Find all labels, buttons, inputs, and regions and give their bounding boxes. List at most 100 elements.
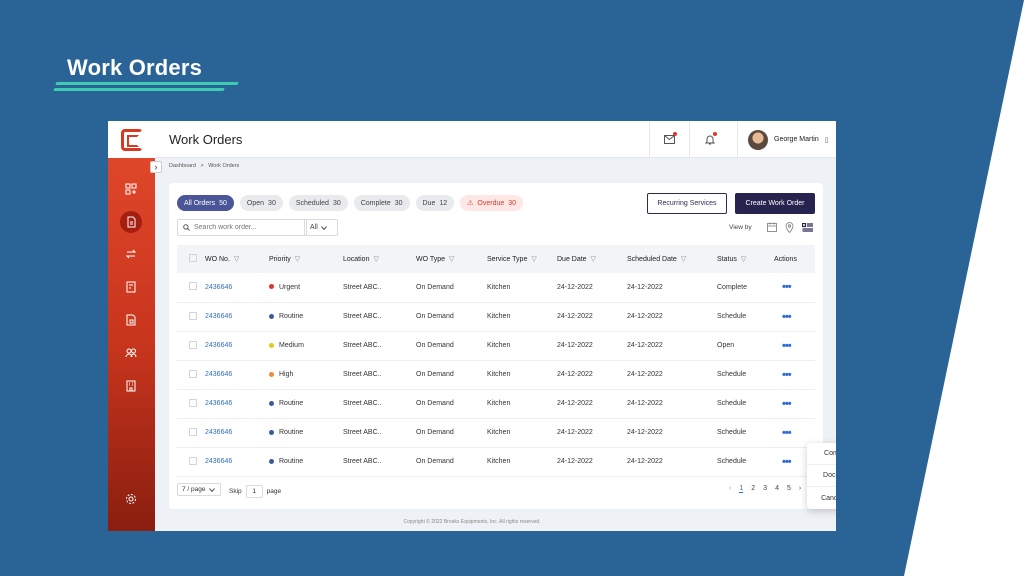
row-checkbox[interactable] — [189, 398, 197, 407]
chip-due[interactable]: Due 12 — [415, 195, 455, 211]
settings-icon[interactable] — [120, 488, 142, 510]
avatar — [748, 129, 768, 150]
mail-icon[interactable] — [649, 121, 689, 158]
status-cell: Schedule — [717, 458, 747, 465]
filter-icon[interactable]: ▽ — [591, 256, 596, 263]
table-row[interactable]: 2436646 Routine Street ABC.. On Demand Kitch… — [177, 447, 815, 477]
more-actions-icon[interactable]: ••• — [782, 369, 792, 381]
chip-complete[interactable]: Complete 30 — [353, 195, 410, 211]
sidebar-toggle-icon[interactable]: › — [150, 161, 162, 173]
more-actions-icon[interactable]: ••• — [782, 427, 792, 439]
menu-item-complete[interactable]: Complete — [807, 443, 836, 465]
breadcrumb-home[interactable]: Dashboard — [169, 163, 196, 169]
row-checkbox[interactable] — [189, 427, 197, 436]
due-date-cell: 24-12-2022 — [557, 313, 593, 320]
wo-type-cell: On Demand — [416, 313, 454, 320]
skip-page-input[interactable]: 1 — [245, 485, 263, 498]
column-header: Due Date — [557, 256, 587, 263]
building-icon[interactable] — [120, 375, 142, 397]
map-pin-icon[interactable] — [783, 221, 795, 233]
filter-icon[interactable]: ▽ — [449, 256, 454, 263]
page-size-select[interactable]: 7 / page — [177, 483, 221, 496]
filter-icon[interactable]: ▽ — [295, 256, 300, 263]
bell-icon[interactable] — [689, 121, 729, 158]
wo-number-link[interactable]: 2436646 — [205, 284, 232, 291]
table-row[interactable]: 2436646 Routine Street ABC.. On Demand Kitch… — [177, 302, 815, 332]
menu-item-document[interactable]: Document — [807, 465, 836, 487]
create-work-order-button[interactable]: Create Work Order — [735, 193, 815, 214]
dashboard-icon[interactable] — [120, 178, 142, 200]
user-name: George Martin — [774, 136, 819, 143]
table-row[interactable]: 2436646 Urgent Street ABC.. On Demand Kitche… — [177, 273, 815, 303]
page-button[interactable]: 5 — [787, 485, 791, 493]
list-view-icon[interactable] — [801, 221, 813, 233]
chip-overdue[interactable]: ⚠ Overdue 30 — [460, 195, 524, 211]
location-cell: Street ABC.. — [343, 400, 382, 407]
menu-item-cancel-wo[interactable]: Cancel WO — [807, 487, 836, 509]
chip-label: Open — [246, 199, 265, 207]
location-cell: Street ABC.. — [343, 283, 382, 291]
transfer-icon[interactable] — [120, 243, 142, 265]
filter-icon[interactable]: ▽ — [531, 256, 536, 263]
status-cell: Complete — [717, 283, 747, 291]
table-row[interactable]: 2436646 High Street ABC.. On Demand Kitchen 2… — [177, 360, 815, 390]
reports-icon[interactable] — [120, 309, 142, 331]
more-actions-icon[interactable]: ••• — [782, 311, 792, 323]
users-icon[interactable] — [120, 342, 142, 364]
brand-logo[interactable] — [108, 121, 155, 158]
chip-scheduled[interactable]: Scheduled 30 — [288, 195, 348, 211]
select-all-checkbox[interactable] — [189, 254, 197, 262]
wo-number-link[interactable]: 2436646 — [205, 429, 232, 436]
background-wedge — [904, 0, 1024, 576]
sidebar — [108, 121, 155, 531]
priority-dot — [269, 458, 274, 464]
filter-icon[interactable]: ▽ — [681, 256, 686, 263]
row-checkbox[interactable] — [189, 340, 197, 349]
more-actions-icon[interactable]: ••• — [782, 456, 792, 468]
column-header: Status — [717, 256, 737, 263]
column-header: WO No. — [205, 256, 230, 263]
page-button[interactable]: 2 — [751, 485, 755, 493]
wo-number-link[interactable]: 2436646 — [205, 342, 232, 349]
more-actions-icon[interactable]: ••• — [782, 340, 792, 352]
table-row[interactable]: 2436646 Routine Street ABC.. On Demand Kitch… — [177, 418, 815, 448]
row-checkbox[interactable] — [189, 311, 197, 320]
due-date-cell: 24-12-2022 — [557, 400, 593, 407]
status-cell: Schedule — [717, 371, 747, 378]
user-menu[interactable]: George Martin ▯ — [737, 121, 836, 158]
page-button[interactable]: 1 — [739, 485, 744, 493]
invoice-icon[interactable] — [120, 276, 142, 298]
page-button[interactable]: 4 — [775, 485, 779, 493]
work-orders-icon[interactable] — [120, 211, 142, 233]
chip-open[interactable]: Open 30 — [239, 195, 283, 211]
calendar-icon[interactable] — [766, 221, 778, 233]
table-row[interactable]: 2436646 Routine Street ABC.. On Demand Kitch… — [177, 389, 815, 419]
filter-icon[interactable]: ▽ — [741, 256, 746, 263]
wo-number-link[interactable]: 2436646 — [205, 458, 232, 465]
row-checkbox[interactable] — [189, 456, 197, 465]
row-checkbox[interactable] — [189, 369, 197, 378]
filter-icon[interactable]: ▽ — [234, 256, 239, 263]
chip-label: Overdue — [477, 199, 505, 207]
filter-icon[interactable]: ▽ — [373, 256, 378, 263]
next-page-button[interactable]: › — [799, 485, 801, 493]
wo-number-link[interactable]: 2436646 — [205, 400, 232, 407]
page-button[interactable]: 3 — [763, 485, 767, 493]
wo-number-link[interactable]: 2436646 — [205, 313, 232, 320]
status-filter-chips: All Orders 50 Open 30 Scheduled 30 Complete… — [177, 195, 524, 211]
search-filter-select[interactable]: All — [304, 219, 338, 236]
wo-type-cell: On Demand — [416, 429, 454, 436]
prev-page-button[interactable]: ‹ — [729, 485, 731, 493]
search-input[interactable] — [194, 224, 294, 231]
table-row[interactable]: 2436646 Medium Street ABC.. On Demand Kitche… — [177, 331, 815, 361]
recurring-services-button[interactable]: Recurring Services — [647, 193, 727, 214]
search-box — [177, 219, 307, 236]
wo-type-cell: On Demand — [416, 458, 454, 465]
more-actions-icon[interactable]: ••• — [782, 281, 792, 293]
chip-all-orders[interactable]: All Orders 50 — [177, 195, 234, 211]
status-cell: Open — [717, 342, 735, 349]
scheduled-date-cell: 24-12-2022 — [627, 313, 663, 320]
row-checkbox[interactable] — [189, 282, 197, 291]
more-actions-icon[interactable]: ••• — [782, 398, 792, 410]
wo-number-link[interactable]: 2436646 — [205, 371, 232, 378]
